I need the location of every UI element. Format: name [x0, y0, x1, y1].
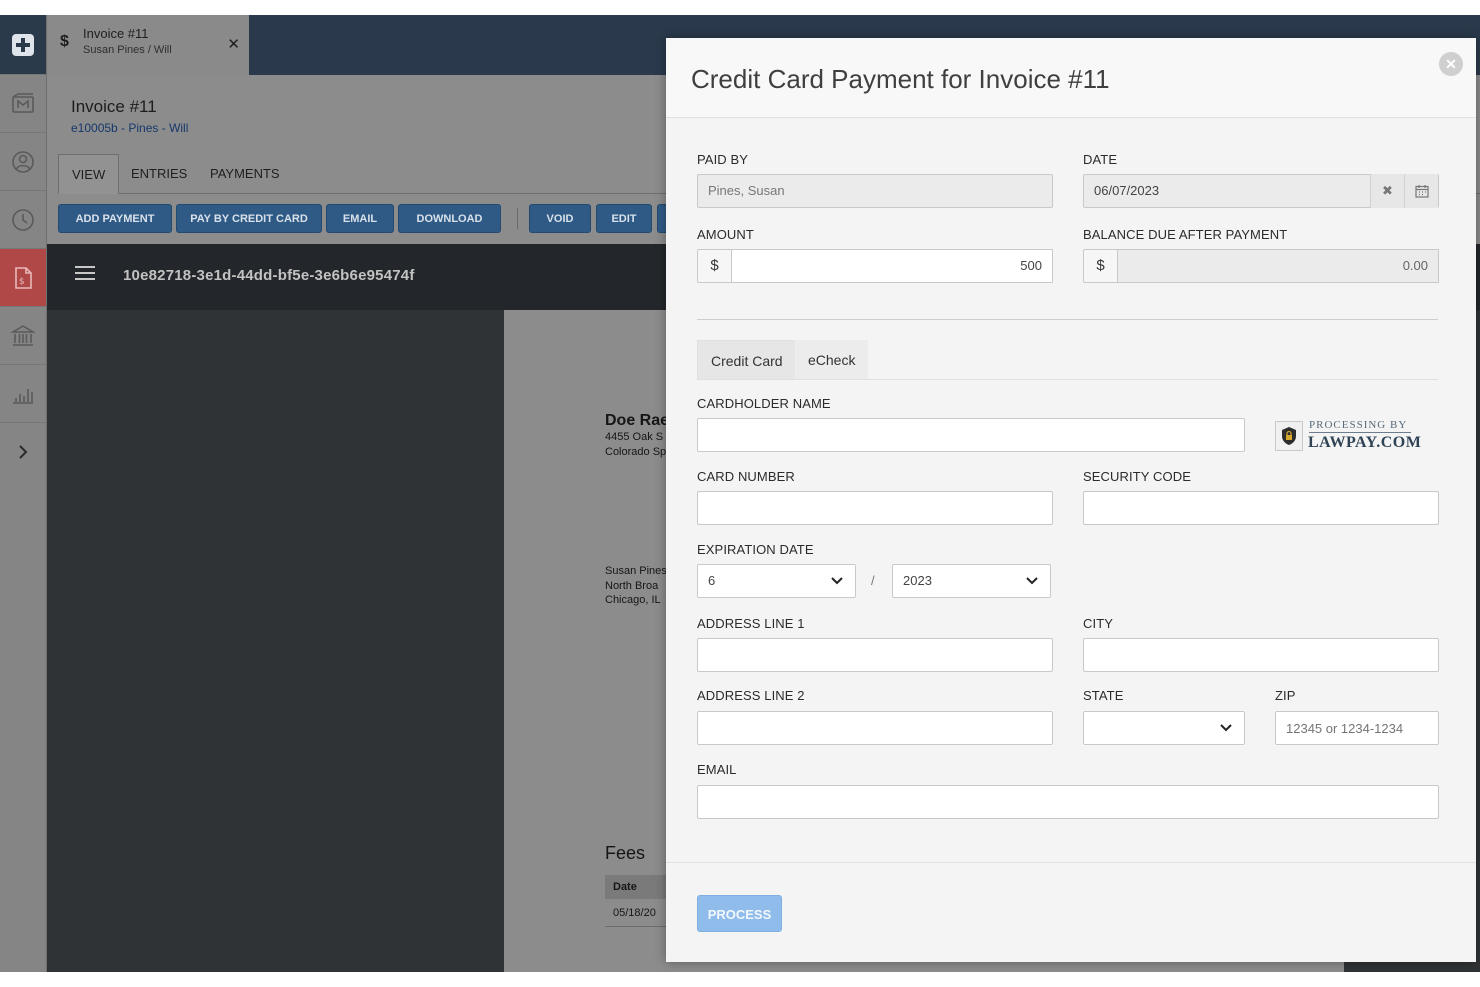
- tab-view[interactable]: VIEW: [58, 154, 120, 194]
- open-tab-subtitle: Susan Pines / Will: [83, 44, 172, 56]
- badge-rule: [1309, 432, 1411, 433]
- menu-icon[interactable]: [75, 264, 95, 287]
- tab-credit-card[interactable]: Credit Card: [697, 340, 797, 380]
- email-button[interactable]: EMAIL: [326, 204, 394, 233]
- address-line-1-input[interactable]: [697, 638, 1053, 672]
- page-title: Invoice #11: [71, 97, 157, 116]
- document-id: 10e82718-3e1d-44dd-bf5e-3e6b6e95474f: [123, 267, 415, 284]
- card-number-input[interactable]: [697, 491, 1053, 525]
- chevron-down-icon: [1220, 724, 1232, 732]
- edit-button[interactable]: EDIT: [596, 204, 652, 233]
- invoices-icon[interactable]: $: [0, 249, 46, 307]
- sidebar: $: [0, 15, 47, 972]
- matter-link[interactable]: e10005b - Pines - Will: [71, 121, 188, 135]
- zip-input[interactable]: [1275, 711, 1439, 745]
- contacts-icon[interactable]: [0, 133, 46, 191]
- client-name: Susan Pines: [605, 565, 667, 577]
- balance-due-field: 0.00: [1118, 249, 1439, 283]
- modal-title: Credit Card Payment for Invoice #11: [691, 64, 1110, 94]
- lawpay-badge: PROCESSING BY LAWPAY.COM: [1275, 418, 1421, 454]
- expiration-date-label: EXPIRATION DATE: [697, 542, 814, 557]
- date-field[interactable]: 06/07/2023 ✖: [1083, 174, 1439, 208]
- pay-by-credit-card-button[interactable]: PAY BY CREDIT CARD: [176, 204, 322, 233]
- state-label: STATE: [1083, 688, 1124, 703]
- chevron-down-icon: [831, 577, 843, 585]
- client-address-line: Chicago, IL: [605, 594, 661, 606]
- zip-label: ZIP: [1275, 688, 1296, 703]
- calendar-icon[interactable]: [1404, 174, 1438, 208]
- open-tab-invoice[interactable]: $ Invoice #11 Susan Pines / Will ✕: [47, 15, 249, 75]
- modal-footer: PROCESS: [666, 862, 1476, 962]
- bank-icon[interactable]: [0, 307, 46, 365]
- email-input[interactable]: [697, 785, 1439, 819]
- tab-payments[interactable]: PAYMENTS: [197, 154, 293, 194]
- date-label: DATE: [1083, 152, 1118, 167]
- card-number-label: CARD NUMBER: [697, 469, 795, 484]
- amount-input[interactable]: 500: [732, 249, 1053, 283]
- dollar-icon: $: [60, 33, 69, 50]
- add-icon[interactable]: [0, 15, 46, 75]
- download-button[interactable]: DOWNLOAD: [398, 204, 501, 233]
- void-button[interactable]: VOID: [529, 204, 591, 233]
- close-icon[interactable]: ✕: [1439, 52, 1463, 76]
- cardholder-name-label: CARDHOLDER NAME: [697, 396, 831, 411]
- add-payment-button[interactable]: ADD PAYMENT: [58, 204, 172, 233]
- app-window: $ $ Invoice #11 Susan Pines / Will ✕ Inv…: [0, 15, 1480, 972]
- expand-icon[interactable]: [0, 423, 46, 481]
- amount-label: AMOUNT: [697, 227, 754, 242]
- expiration-month-select[interactable]: 6: [697, 564, 856, 598]
- open-tab-title: Invoice #11: [83, 26, 149, 41]
- expiration-year-value: 2023: [903, 573, 932, 588]
- processing-by-text: PROCESSING BY: [1309, 419, 1408, 431]
- time-icon[interactable]: [0, 191, 46, 249]
- tab-underline: [697, 379, 1438, 380]
- city-input[interactable]: [1083, 638, 1439, 672]
- client-address-line: North Broa: [605, 580, 659, 592]
- expiration-month-value: 6: [708, 573, 716, 588]
- tab-entries[interactable]: ENTRIES: [118, 154, 200, 194]
- security-code-input[interactable]: [1083, 491, 1439, 525]
- matters-icon[interactable]: [0, 75, 46, 133]
- fees-heading: Fees: [605, 843, 646, 863]
- svg-text:$: $: [19, 277, 25, 287]
- date-value: 06/07/2023: [1094, 183, 1160, 198]
- balance-currency-addon: $: [1083, 249, 1118, 283]
- toolbar-divider: [517, 208, 518, 229]
- email-label: EMAIL: [697, 762, 737, 777]
- process-button[interactable]: PROCESS: [697, 895, 782, 932]
- expiration-separator: /: [871, 573, 875, 588]
- firm-address-line: Colorado Sp: [605, 446, 667, 458]
- balance-due-label: BALANCE DUE AFTER PAYMENT: [1083, 227, 1288, 242]
- firm-name: Doe Rae: [605, 412, 670, 429]
- security-code-label: SECURITY CODE: [1083, 469, 1191, 484]
- city-label: CITY: [1083, 616, 1114, 631]
- lawpay-logo-text: LAWPAY.COM: [1308, 434, 1422, 451]
- tab-echeck[interactable]: eCheck: [795, 340, 869, 380]
- address-line-1-label: ADDRESS LINE 1: [697, 616, 805, 631]
- firm-address-line: 4455 Oak S: [605, 431, 664, 443]
- state-select[interactable]: [1083, 711, 1245, 745]
- amount-currency-addon: $: [697, 249, 732, 283]
- cardholder-name-input[interactable]: [697, 418, 1245, 452]
- lock-shield-icon: [1275, 421, 1303, 451]
- clear-date-icon[interactable]: ✖: [1370, 174, 1404, 208]
- section-divider: [697, 319, 1438, 320]
- paid-by-label: PAID BY: [697, 152, 749, 167]
- expiration-year-select[interactable]: 2023: [892, 564, 1051, 598]
- credit-card-payment-modal: Credit Card Payment for Invoice #11 ✕ PA…: [666, 38, 1476, 962]
- close-tab-icon[interactable]: ✕: [227, 35, 240, 53]
- modal-header: Credit Card Payment for Invoice #11 ✕: [666, 38, 1476, 118]
- paid-by-field[interactable]: Pines, Susan: [697, 174, 1053, 208]
- address-line-2-input[interactable]: [697, 711, 1053, 745]
- chevron-down-icon: [1026, 577, 1038, 585]
- reports-icon[interactable]: [0, 365, 46, 423]
- address-line-2-label: ADDRESS LINE 2: [697, 688, 805, 703]
